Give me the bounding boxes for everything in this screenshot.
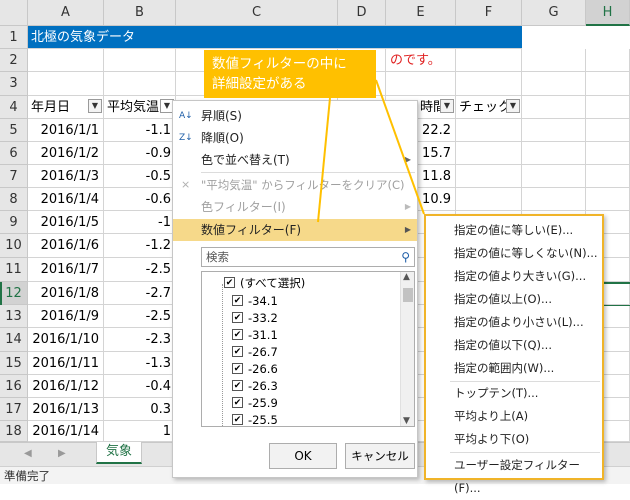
callout-arrow-to-menu [317, 97, 331, 223]
callout-arrows [317, 79, 425, 223]
callout-arrow-to-submenu [375, 79, 425, 215]
